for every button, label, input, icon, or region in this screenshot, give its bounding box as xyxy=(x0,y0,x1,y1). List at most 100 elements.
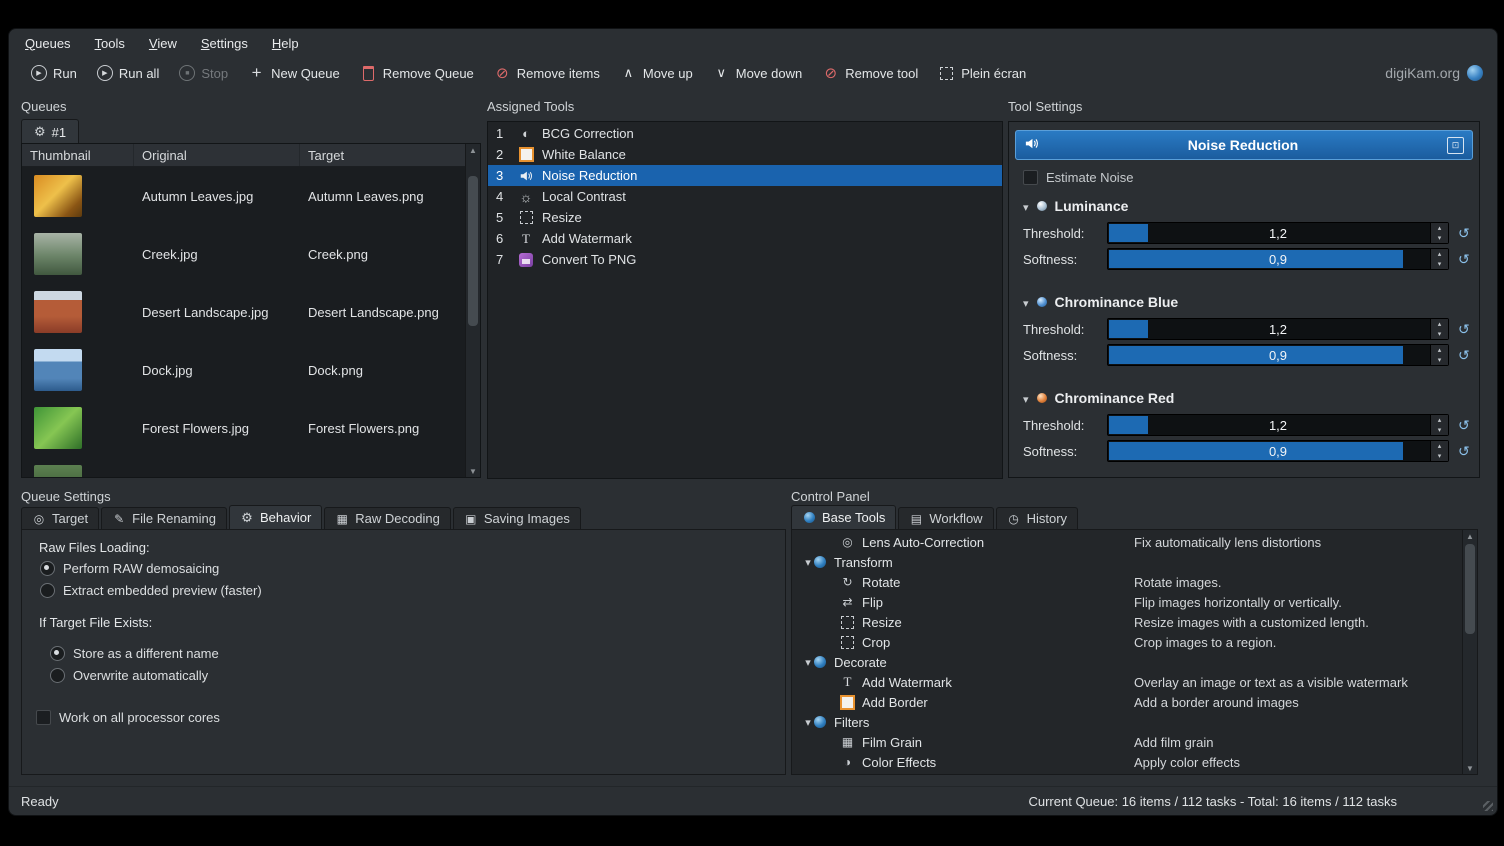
tool-row-add-watermark[interactable]: 6 Add Watermark xyxy=(488,228,1002,249)
table-row[interactable]: Desert Landscape.jpg Desert Landscape.pn… xyxy=(22,283,466,341)
spinbox-arrows[interactable] xyxy=(1430,319,1448,339)
tree-item-add-border[interactable]: Add Border Add a border around images xyxy=(792,692,1477,712)
resize-grip[interactable] xyxy=(1483,801,1493,811)
new-queue-button[interactable]: New Queue xyxy=(248,65,340,82)
digikam-org-link[interactable]: digiKam.org xyxy=(1385,65,1483,81)
detach-icon[interactable] xyxy=(1447,137,1464,154)
remove-items-button[interactable]: Remove items xyxy=(494,65,600,82)
collapse-arrow-icon[interactable] xyxy=(1023,390,1029,406)
column-target[interactable]: Target xyxy=(300,144,466,166)
collapse-arrow-icon[interactable] xyxy=(1023,198,1029,214)
tab-behavior[interactable]: Behavior xyxy=(229,505,322,530)
stop-button[interactable]: Stop xyxy=(179,65,228,81)
checkbox-work-all-cores[interactable]: Work on all processor cores xyxy=(36,710,785,725)
run-button[interactable]: Run xyxy=(31,65,77,81)
luminance-threshold-slider[interactable]: 1,2 xyxy=(1107,222,1449,244)
tool-row-resize[interactable]: 5 Resize xyxy=(488,207,1002,228)
section-chrominance-blue[interactable]: Chrominance Blue xyxy=(1023,294,1178,310)
spinbox-arrows[interactable] xyxy=(1430,441,1448,461)
table-row[interactable]: Autumn Leaves.jpg Autumn Leaves.png xyxy=(22,167,466,225)
table-row[interactable]: Forest Flowers.jpg Forest Flowers.png xyxy=(22,399,466,457)
menu-queues[interactable]: Queues xyxy=(25,36,71,51)
chroma-red-threshold-slider[interactable]: 1,2 xyxy=(1107,414,1449,436)
speaker-icon xyxy=(518,168,534,184)
radio-perform-raw-demosaicing[interactable]: Perform RAW demosaicing xyxy=(40,561,785,576)
run-all-button[interactable]: Run all xyxy=(97,65,159,81)
column-thumbnail[interactable]: Thumbnail xyxy=(22,144,134,166)
scroll-down-icon[interactable]: ▼ xyxy=(466,465,480,477)
fullscreen-button[interactable]: Plein écran xyxy=(938,65,1026,82)
scroll-down-icon[interactable]: ▼ xyxy=(1463,762,1477,774)
menu-tools[interactable]: Tools xyxy=(95,36,125,51)
reset-icon[interactable] xyxy=(1458,321,1470,338)
remove-queue-button[interactable]: Remove Queue xyxy=(360,65,474,82)
section-luminance[interactable]: Luminance xyxy=(1023,198,1128,214)
scroll-up-icon[interactable]: ▲ xyxy=(1463,530,1477,542)
tab-saving-images[interactable]: Saving Images xyxy=(453,507,581,530)
tab-file-renaming[interactable]: File Renaming xyxy=(101,507,227,530)
queue-tab-1[interactable]: #1 xyxy=(21,119,79,144)
menu-view[interactable]: View xyxy=(149,36,177,51)
move-down-button[interactable]: Move down xyxy=(713,65,802,82)
tool-row-convert-to-png[interactable]: 7 Convert To PNG xyxy=(488,249,1002,270)
table-row[interactable]: Creek.jpg Creek.png xyxy=(22,225,466,283)
luminance-softness-slider[interactable]: 0,9 xyxy=(1107,248,1449,270)
tree-item-crop[interactable]: Crop Crop images to a region. xyxy=(792,632,1477,652)
assigned-tools-title: Assigned Tools xyxy=(487,99,574,114)
collapse-arrow-icon[interactable] xyxy=(1023,294,1029,310)
tree-category-transform[interactable]: Transform xyxy=(792,552,1477,572)
menu-settings[interactable]: Settings xyxy=(201,36,248,51)
remove-tool-button[interactable]: Remove tool xyxy=(822,65,918,82)
collapse-arrow-icon[interactable] xyxy=(802,716,814,729)
tab-base-tools[interactable]: Base Tools xyxy=(791,505,896,530)
radio-overwrite-automatically[interactable]: Overwrite automatically xyxy=(50,668,785,683)
tool-row-noise-reduction[interactable]: 3 Noise Reduction xyxy=(488,165,1002,186)
tree-category-filters[interactable]: Filters xyxy=(792,712,1477,732)
tool-row-white-balance[interactable]: 2 White Balance xyxy=(488,144,1002,165)
tree-category-decorate[interactable]: Decorate xyxy=(792,652,1477,672)
tab-workflow[interactable]: Workflow xyxy=(898,507,993,530)
menu-help[interactable]: Help xyxy=(272,36,299,51)
estimate-noise-checkbox[interactable]: Estimate Noise xyxy=(1023,170,1133,185)
tree-item-rotate[interactable]: Rotate Rotate images. xyxy=(792,572,1477,592)
tab-raw-decoding[interactable]: Raw Decoding xyxy=(324,507,451,530)
section-chrominance-red[interactable]: Chrominance Red xyxy=(1023,390,1174,406)
move-up-button[interactable]: Move up xyxy=(620,65,693,82)
radio-store-different-name[interactable]: Store as a different name xyxy=(50,646,785,661)
chroma-blue-threshold-slider[interactable]: 1,2 xyxy=(1107,318,1449,340)
table-row[interactable]: Forest.jpg Forest.png xyxy=(22,457,466,477)
tool-settings-panel: Noise Reduction Estimate Noise Luminance… xyxy=(1008,121,1480,478)
collapse-arrow-icon[interactable] xyxy=(802,656,814,669)
spinbox-arrows[interactable] xyxy=(1430,249,1448,269)
column-original[interactable]: Original xyxy=(134,144,300,166)
table-row[interactable]: Dock.jpg Dock.png xyxy=(22,341,466,399)
tree-item-color-effects[interactable]: Color Effects Apply color effects xyxy=(792,752,1477,772)
spinbox-arrows[interactable] xyxy=(1430,345,1448,365)
reset-icon[interactable] xyxy=(1458,225,1470,242)
spinbox-arrows[interactable] xyxy=(1430,223,1448,243)
tool-row-local-contrast[interactable]: 4 Local Contrast xyxy=(488,186,1002,207)
chroma-blue-softness-slider[interactable]: 0,9 xyxy=(1107,344,1449,366)
spinbox-arrows[interactable] xyxy=(1430,415,1448,435)
collapse-arrow-icon[interactable] xyxy=(802,556,814,569)
reset-icon[interactable] xyxy=(1458,443,1470,460)
reset-icon[interactable] xyxy=(1458,417,1470,434)
chroma-red-softness-slider[interactable]: 0,9 xyxy=(1107,440,1449,462)
radio-extract-embedded-preview[interactable]: Extract embedded preview (faster) xyxy=(40,583,785,598)
tree-item-add-watermark[interactable]: Add Watermark Overlay an image or text a… xyxy=(792,672,1477,692)
scrollbar-thumb[interactable] xyxy=(1465,544,1475,634)
tree-item-flip[interactable]: Flip Flip images horizontally or vertica… xyxy=(792,592,1477,612)
reset-icon[interactable] xyxy=(1458,347,1470,364)
vertical-scrollbar[interactable]: ▲ ▼ xyxy=(1462,530,1477,774)
scrollbar-thumb[interactable] xyxy=(468,176,478,326)
tree-item-resize[interactable]: Resize Resize images with a customized l… xyxy=(792,612,1477,632)
vertical-scrollbar[interactable]: ▲ ▼ xyxy=(465,144,480,477)
tree-item-film-grain[interactable]: Film Grain Add film grain xyxy=(792,732,1477,752)
reset-icon[interactable] xyxy=(1458,251,1470,268)
tree-item-lens-auto-correction[interactable]: Lens Auto-Correction Fix automatically l… xyxy=(792,532,1477,552)
raw-decoding-icon xyxy=(335,512,349,526)
tab-target[interactable]: Target xyxy=(21,507,99,530)
tab-history[interactable]: History xyxy=(996,507,1078,530)
scroll-up-icon[interactable]: ▲ xyxy=(466,144,480,156)
tool-row-bcg-correction[interactable]: 1 BCG Correction xyxy=(488,123,1002,144)
